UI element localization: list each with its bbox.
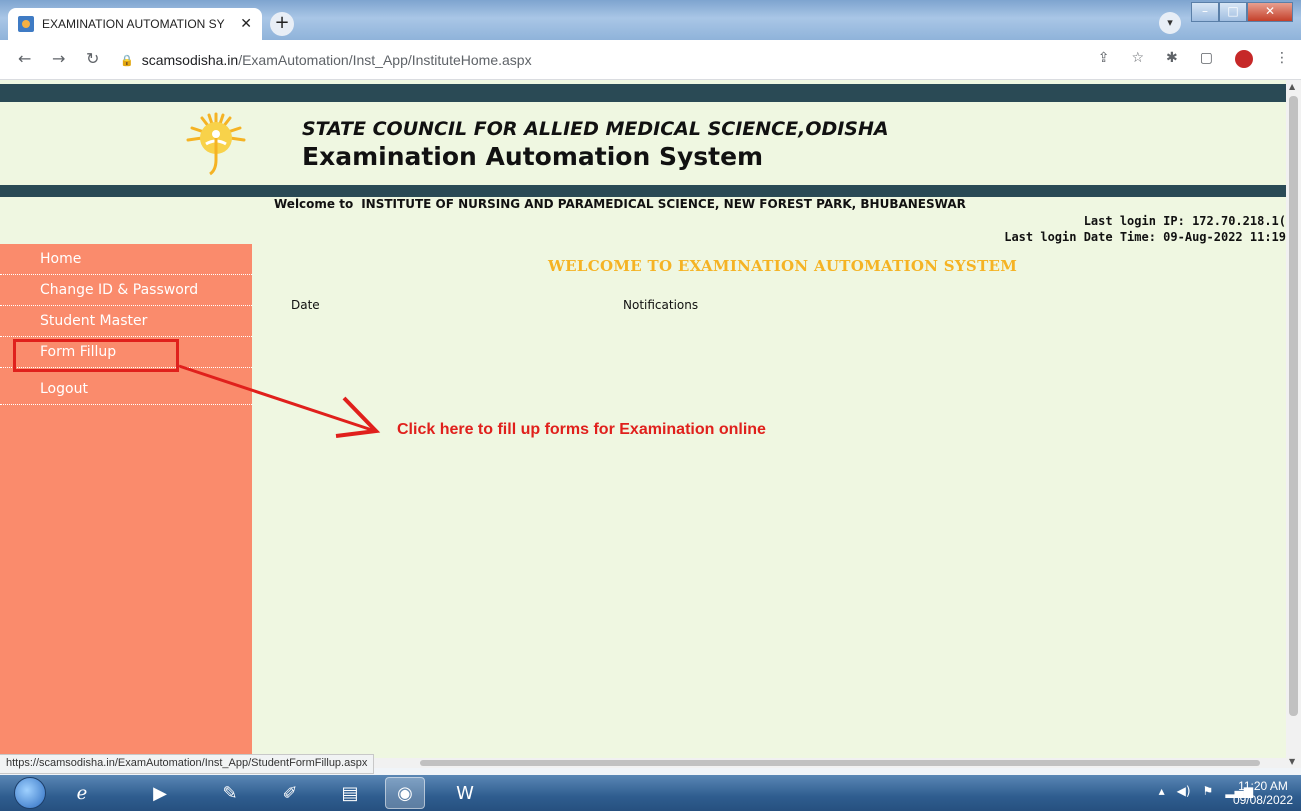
toolbar-icons: ⇪ ☆ ✱ ▢ ⋮ bbox=[1098, 50, 1289, 68]
highlight-box bbox=[13, 339, 179, 372]
sidebar-item-form-fillup[interactable]: Form Fillup bbox=[0, 337, 252, 372]
internet-explorer-icon[interactable]: ℯ bbox=[62, 777, 102, 809]
last-login-info: Last login IP: 172.70.218.1( Last login … bbox=[1004, 213, 1286, 245]
windows-taskbar: ℯ ▶ ✎ ✐ ▤ ◉ W ▴ ◀) ⚑ ▂▄▆ 11:20 AM 09/08/… bbox=[0, 775, 1301, 811]
column-header-notifications: Notifications bbox=[623, 298, 699, 312]
paint-icon[interactable]: ✐ bbox=[270, 777, 310, 809]
file-explorer-icon[interactable]: ▤ bbox=[330, 777, 370, 809]
url-text: scamsodisha.in/ExamAutomation/Inst_App/I… bbox=[141, 52, 532, 68]
hscroll-thumb[interactable] bbox=[420, 760, 1260, 766]
share-icon[interactable]: ⇪ bbox=[1098, 50, 1110, 68]
scroll-down-icon[interactable]: ▼ bbox=[1289, 757, 1295, 766]
side-panel-icon[interactable]: ▢ bbox=[1200, 50, 1213, 68]
sidebar-item-logout[interactable]: Logout bbox=[0, 374, 252, 405]
new-tab-button[interactable]: + bbox=[270, 12, 294, 36]
minimize-icon[interactable]: – bbox=[1191, 2, 1219, 22]
annotation-text: Click here to fill up forms for Examinat… bbox=[397, 421, 766, 438]
start-button[interactable] bbox=[14, 777, 46, 809]
institute-name: INSTITUTE OF NURSING AND PARAMEDICAL SCI… bbox=[361, 197, 966, 211]
media-player-icon[interactable]: ▶ bbox=[140, 777, 180, 809]
welcome-title: WELCOME TO EXAMINATION AUTOMATION SYSTEM bbox=[548, 257, 1018, 275]
site-favicon-icon bbox=[18, 16, 34, 32]
lock-icon[interactable]: 🔒 bbox=[120, 54, 134, 67]
reload-icon[interactable]: ↻ bbox=[86, 49, 99, 68]
browser-toolbar: ← → ↻ 🔒 scamsodisha.in/ExamAutomation/In… bbox=[0, 40, 1301, 80]
scroll-thumb[interactable] bbox=[1289, 96, 1298, 716]
tab-title: EXAMINATION AUTOMATION SY bbox=[42, 17, 225, 31]
tray-expand-icon[interactable]: ▴ bbox=[1159, 784, 1165, 798]
header-bottom-band bbox=[0, 185, 1286, 197]
taskbar-clock[interactable]: 11:20 AM 09/08/2022 bbox=[1233, 779, 1293, 807]
sidebar-item-change-password[interactable]: Change ID & Password bbox=[0, 275, 252, 306]
system-name: Examination Automation System bbox=[302, 142, 764, 171]
window-close-icon[interactable]: ✕ bbox=[1247, 2, 1293, 22]
tab-close-icon[interactable]: ✕ bbox=[240, 16, 252, 32]
volume-icon[interactable]: ◀) bbox=[1177, 784, 1191, 798]
back-icon[interactable]: ← bbox=[18, 49, 31, 68]
council-logo-icon bbox=[186, 112, 246, 176]
address-bar[interactable]: 🔒 scamsodisha.in/ExamAutomation/Inst_App… bbox=[120, 46, 1170, 74]
sidebar-item-home[interactable]: Home bbox=[0, 244, 252, 275]
header-banner: STATE COUNCIL FOR ALLIED MEDICAL SCIENCE… bbox=[0, 102, 1286, 185]
page-viewport: STATE COUNCIL FOR ALLIED MEDICAL SCIENCE… bbox=[0, 80, 1286, 768]
status-url-preview: https://scamsodisha.in/ExamAutomation/In… bbox=[0, 754, 375, 774]
header-top-band bbox=[0, 84, 1286, 102]
app-shortcut-icon[interactable]: ✎ bbox=[210, 777, 250, 809]
clock-time: 11:20 AM bbox=[1238, 779, 1288, 793]
vertical-scrollbar[interactable]: ▲ ▼ bbox=[1286, 80, 1301, 768]
clock-date: 09/08/2022 bbox=[1232, 793, 1293, 807]
sidebar-menu: Home Change ID & Password Student Master… bbox=[0, 244, 252, 768]
sidebar-item-student-master[interactable]: Student Master bbox=[0, 306, 252, 337]
window-controls: – □ ✕ bbox=[1191, 2, 1293, 22]
maximize-icon[interactable]: □ bbox=[1219, 2, 1247, 22]
forward-icon[interactable]: → bbox=[52, 49, 65, 68]
word-icon[interactable]: W bbox=[445, 777, 485, 809]
menu-kebab-icon[interactable]: ⋮ bbox=[1275, 50, 1289, 68]
profile-avatar[interactable] bbox=[1235, 50, 1253, 68]
last-login-time: Last login Date Time: 09-Aug-2022 11:19 bbox=[1004, 230, 1286, 244]
welcome-prefix: Welcome to bbox=[274, 197, 354, 211]
tab-search-icon[interactable]: ▾ bbox=[1159, 12, 1181, 34]
last-login-ip: Last login IP: 172.70.218.1( bbox=[1083, 214, 1286, 228]
browser-tab[interactable]: EXAMINATION AUTOMATION SY ✕ bbox=[8, 8, 262, 40]
scroll-up-icon[interactable]: ▲ bbox=[1289, 82, 1295, 91]
browser-tabstrip: EXAMINATION AUTOMATION SY ✕ + ▾ – □ ✕ bbox=[0, 0, 1301, 40]
bookmark-star-icon[interactable]: ☆ bbox=[1131, 50, 1144, 68]
extensions-icon[interactable]: ✱ bbox=[1166, 50, 1178, 68]
chrome-icon[interactable]: ◉ bbox=[385, 777, 425, 809]
council-name: STATE COUNCIL FOR ALLIED MEDICAL SCIENCE… bbox=[302, 118, 889, 140]
column-header-date: Date bbox=[291, 298, 320, 312]
welcome-line: Welcome to INSTITUTE OF NURSING AND PARAM… bbox=[274, 197, 966, 211]
network-flag-icon[interactable]: ⚑ bbox=[1203, 784, 1214, 798]
